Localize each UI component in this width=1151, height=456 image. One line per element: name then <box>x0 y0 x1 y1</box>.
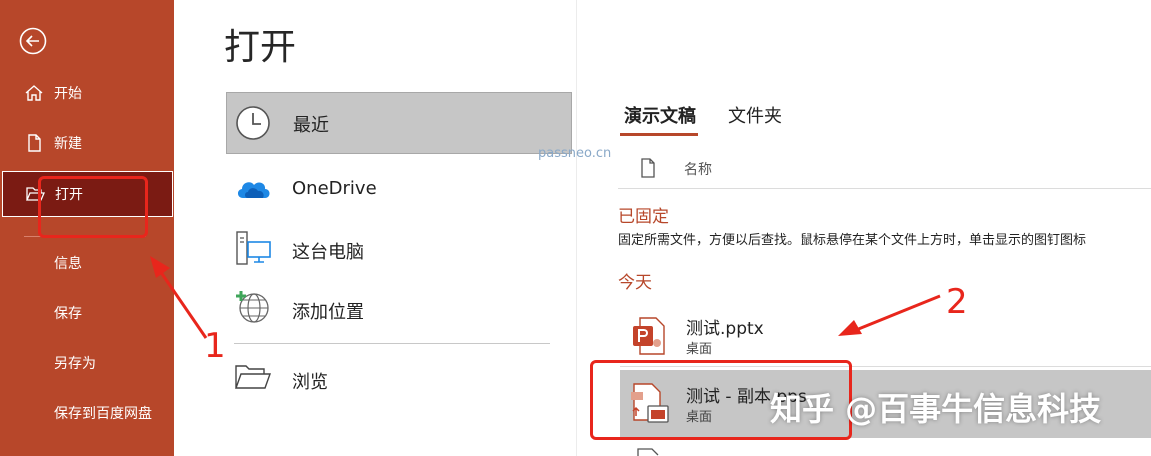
annotation-arrow-2 <box>836 290 946 340</box>
tab-presentations[interactable]: 演示文稿 <box>624 102 696 128</box>
today-section-title: 今天 <box>618 273 652 293</box>
nav-save-baidu-label: 保存到百度网盘 <box>54 406 152 422</box>
location-add-place-label: 添加位置 <box>292 302 364 323</box>
pptx-file-icon <box>632 316 666 356</box>
location-recent-label: 最近 <box>293 115 329 136</box>
annotation-arrow-1 <box>148 254 212 344</box>
file-type-header-icon <box>640 158 656 178</box>
nav-home[interactable]: 开始 <box>0 73 174 113</box>
nav-info-label: 信息 <box>54 256 82 272</box>
nav-save-as[interactable]: 另存为 <box>0 343 174 383</box>
partial-file-icon <box>636 448 660 456</box>
cloud-icon <box>234 174 272 202</box>
location-this-pc[interactable]: 这台电脑 <box>226 218 572 280</box>
zhihu-watermark: 知乎 @百事牛信息科技 <box>770 390 1102 428</box>
annotation-label-1: 1 <box>204 326 226 366</box>
location-browse[interactable]: 浏览 <box>226 348 572 410</box>
annotation-label-2: 2 <box>946 282 968 322</box>
column-name-header[interactable]: 名称 <box>684 159 712 179</box>
nav-save-baidu[interactable]: 保存到百度网盘 <box>0 393 174 433</box>
tab-active-underline <box>620 133 698 136</box>
passneo-watermark: passneo.cn <box>538 146 612 161</box>
locations-separator <box>234 343 550 344</box>
file-name: 测试.pptx <box>686 319 764 339</box>
location-recent[interactable]: 最近 <box>226 92 572 154</box>
clock-icon <box>235 105 271 141</box>
location-onedrive[interactable]: OneDrive <box>226 158 572 220</box>
nav-new[interactable]: 新建 <box>0 123 174 163</box>
pinned-description: 固定所需文件，方便以后查找。鼠标悬停在某个文件上方时，单击显示的图钉图标 <box>618 233 1087 248</box>
panel-divider <box>576 0 577 456</box>
back-arrow-icon[interactable] <box>18 26 48 56</box>
computer-icon <box>234 230 272 268</box>
pinned-section-title: 已固定 <box>618 207 669 227</box>
home-icon <box>24 83 44 103</box>
annotation-box-open <box>38 176 148 238</box>
location-onedrive-label: OneDrive <box>292 178 377 199</box>
nav-new-label: 新建 <box>54 136 82 152</box>
nav-save-as-label: 另存为 <box>54 356 96 372</box>
add-place-icon <box>234 288 272 326</box>
location-browse-label: 浏览 <box>292 372 328 393</box>
page-title: 打开 <box>224 27 297 68</box>
folder-icon <box>234 362 272 392</box>
nav-home-label: 开始 <box>54 86 82 102</box>
tab-folders[interactable]: 文件夹 <box>728 102 782 128</box>
nav-save-label: 保存 <box>54 306 82 322</box>
location-this-pc-label: 这台电脑 <box>292 242 364 263</box>
new-doc-icon <box>24 133 44 153</box>
header-rule <box>618 188 1151 189</box>
location-add-place[interactable]: 添加位置 <box>226 278 572 340</box>
file-location: 桌面 <box>686 342 713 357</box>
